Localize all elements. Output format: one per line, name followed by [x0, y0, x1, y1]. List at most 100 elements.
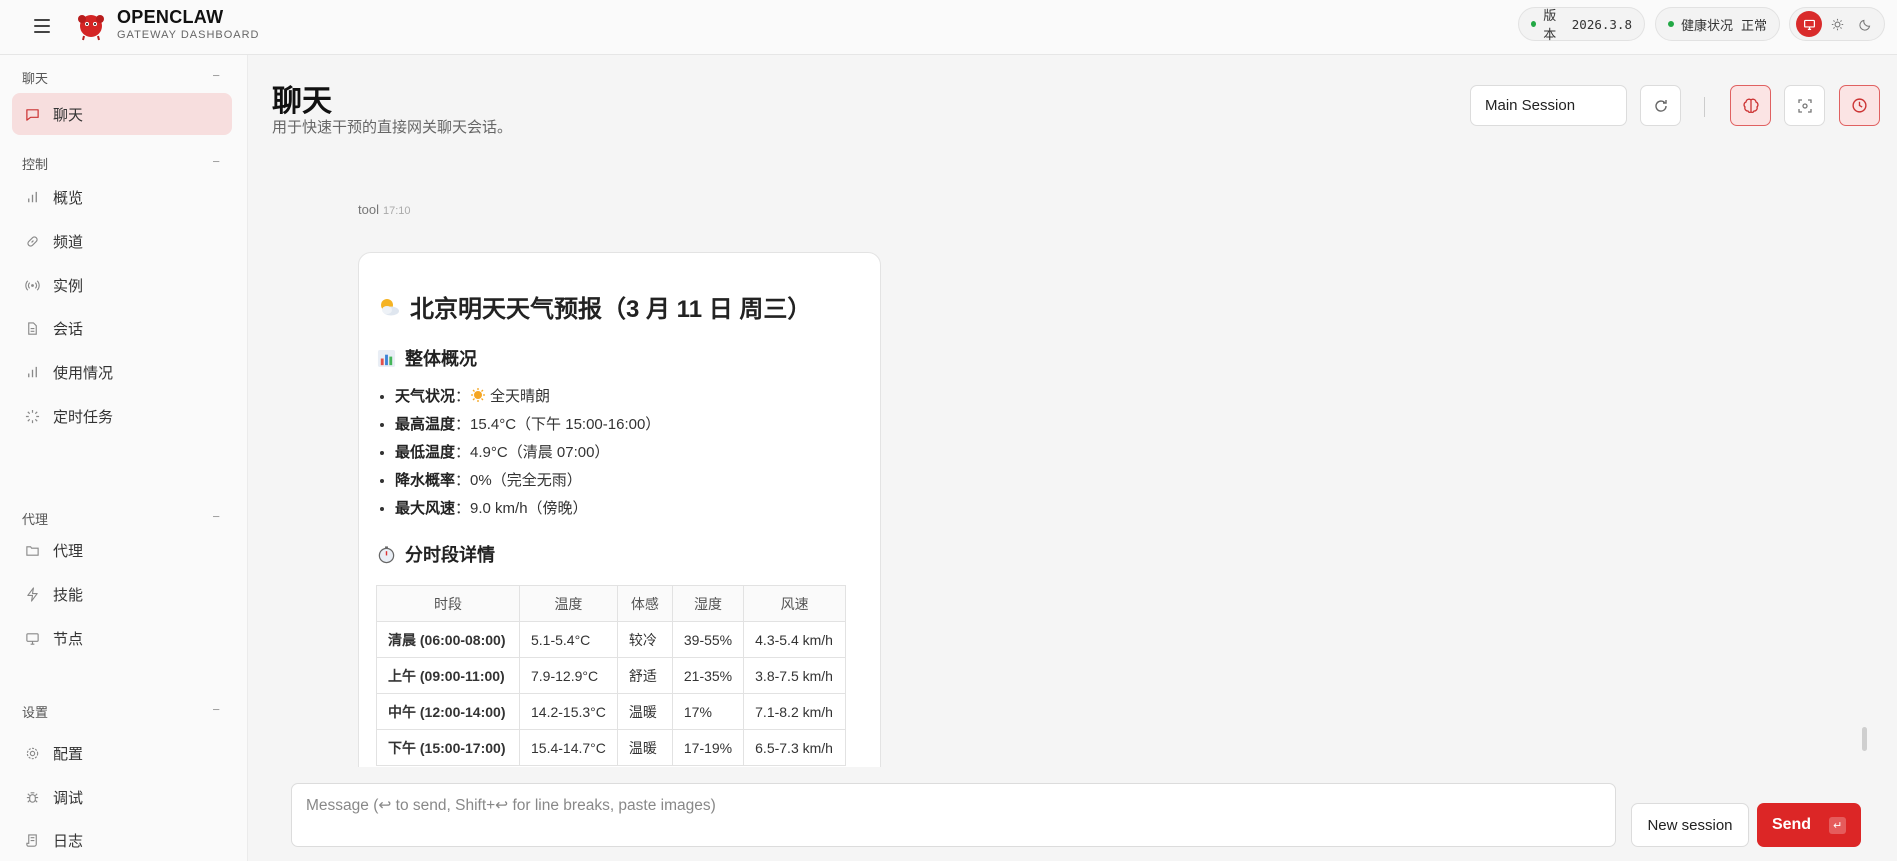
collapse-icon[interactable]: −: [212, 68, 220, 83]
list-item: 最高温度：15.4°C（下午 15:00-16:00）: [395, 411, 660, 439]
sidebar-item-chat[interactable]: 聊天: [12, 93, 232, 135]
session-select[interactable]: Main Session: [1470, 85, 1627, 126]
link-icon: [24, 233, 40, 249]
collapse-icon[interactable]: −: [212, 702, 220, 717]
detail-heading: 分时段详情: [377, 541, 495, 567]
sidebar: 聊天 − 聊天 控制 − 概览 频道 实例 会话 使用情况 定时任务 代理 −: [0, 55, 248, 861]
overview-title: 整体概况: [405, 349, 477, 369]
table-cell: 清晨 (06:00-08:00): [376, 621, 520, 658]
menu-icon[interactable]: [30, 15, 54, 39]
bullet-value: 4.9°C（清晨 07:00）: [470, 444, 610, 461]
history-button[interactable]: [1839, 85, 1880, 126]
folder-icon: [24, 542, 40, 558]
sidebar-item-instances[interactable]: 实例: [12, 264, 232, 306]
table-header: 风速: [743, 585, 847, 622]
chat-thread[interactable]: tool17:10 北京明天天气预报（3 月 11 日 周三） 整体概况 天气状…: [248, 150, 1897, 767]
sidebar-item-cron[interactable]: 定时任务: [12, 395, 232, 437]
radio-icon: [24, 277, 40, 293]
thinking-toggle-button[interactable]: [1730, 85, 1771, 126]
page-title: 聊天: [272, 85, 332, 118]
sidebar-item-config[interactable]: 配置: [12, 732, 232, 774]
list-item: 最低温度：4.9°C（清晨 07:00）: [395, 439, 660, 467]
top-bar: OPENCLAW GATEWAY DASHBOARD 版本 2026.3.8 健…: [0, 0, 1897, 55]
monitor-icon[interactable]: [1796, 11, 1822, 37]
version-badge: 版本 2026.3.8: [1518, 7, 1645, 42]
sidebar-section-agent[interactable]: 代理 −: [22, 509, 220, 528]
sidebar-item-channels[interactable]: 频道: [12, 220, 232, 262]
sun-behind-cloud-icon: [377, 295, 401, 319]
section-title: 代理: [22, 512, 49, 527]
table-cell: 14.2-15.3°C: [519, 693, 618, 730]
gear-icon: [24, 745, 40, 761]
message-input[interactable]: Message (↩ to send, Shift+↩ for line bre…: [291, 783, 1616, 847]
sidebar-item-label: 技能: [53, 586, 84, 604]
table-cell: 6.5-7.3 km/h: [743, 729, 847, 766]
sidebar-item-skills[interactable]: 技能: [12, 573, 232, 615]
sidebar-item-debug[interactable]: 调试: [12, 776, 232, 818]
send-button[interactable]: Send ↵: [1757, 803, 1861, 847]
table-cell: 温暖: [616, 729, 673, 766]
refresh-button[interactable]: [1640, 85, 1681, 126]
brand-name: OPENCLAW: [117, 7, 224, 27]
toolbar-divider: [1704, 97, 1705, 117]
collapse-icon[interactable]: −: [212, 154, 220, 169]
enter-key-icon: ↵: [1829, 816, 1847, 834]
sidebar-item-overview[interactable]: 概览: [12, 176, 232, 218]
message-square-icon: [24, 106, 40, 122]
bar-chart-icon: [24, 189, 40, 205]
sun-icon[interactable]: [1824, 11, 1850, 37]
focus-button[interactable]: [1784, 85, 1825, 126]
message-time: 17:10: [382, 205, 411, 217]
sidebar-item-label: 定时任务: [53, 408, 114, 426]
scan-icon: [1797, 98, 1812, 113]
overview-heading: 整体概况: [377, 345, 477, 371]
section-title: 聊天: [22, 71, 49, 86]
table-cell: 3.8-7.5 km/h: [743, 657, 847, 694]
health-badge: 健康状况 正常: [1655, 7, 1780, 41]
loader-icon: [24, 408, 40, 424]
table-header: 湿度: [671, 585, 745, 622]
status-dot: [1531, 21, 1537, 27]
table-cell: 4.3-5.4 km/h: [743, 621, 847, 658]
table-cell: 中午 (12:00-14:00): [376, 693, 520, 730]
moon-icon[interactable]: [1852, 11, 1878, 37]
bullet-key: 最大风速: [395, 500, 456, 517]
bullet-key: 最低温度: [395, 444, 456, 461]
sidebar-item-logs[interactable]: 日志: [12, 819, 232, 861]
zap-icon: [24, 586, 40, 602]
bullet-key: 降水概率: [395, 472, 456, 489]
refresh-icon: [1654, 99, 1667, 112]
table-cell: 17%: [671, 693, 745, 730]
bar-chart-icon: [24, 364, 40, 380]
table-cell: 15.4-14.7°C: [519, 729, 618, 766]
sidebar-item-usage[interactable]: 使用情况: [12, 351, 232, 393]
table-cell: 17-19%: [671, 729, 745, 766]
table-cell: 较冷: [616, 621, 673, 658]
sidebar-item-label: 调试: [53, 789, 84, 807]
bullet-key: 最高温度: [395, 416, 456, 433]
sidebar-item-sessions[interactable]: 会话: [12, 307, 232, 349]
table-cell: 上午 (09:00-11:00): [376, 657, 520, 694]
table-header: 体感: [616, 585, 673, 622]
page-subtitle: 用于快速干预的直接网关聊天会话。: [272, 119, 513, 136]
message-sender: tool: [358, 202, 379, 217]
new-session-button[interactable]: New session: [1631, 803, 1749, 847]
sidebar-section-settings[interactable]: 设置 −: [22, 702, 220, 721]
sidebar-section-control[interactable]: 控制 −: [22, 154, 220, 173]
chat-scrollbar[interactable]: [1862, 727, 1867, 751]
sidebar-item-label: 使用情况: [53, 364, 114, 382]
monitor-icon: [24, 630, 40, 646]
health-label: 健康状况: [1681, 17, 1734, 33]
section-title: 控制: [22, 157, 49, 172]
table-cell: 7.1-8.2 km/h: [743, 693, 847, 730]
collapse-icon[interactable]: −: [212, 509, 220, 524]
table-cell: 5.1-5.4°C: [519, 621, 618, 658]
sidebar-item-nodes[interactable]: 节点: [12, 617, 232, 659]
section-title: 设置: [22, 705, 49, 720]
sidebar-item-agents[interactable]: 代理: [12, 529, 232, 571]
overview-list: 天气状况：全天晴朗 最高温度：15.4°C（下午 15:00-16:00） 最低…: [395, 383, 660, 523]
bullet-value: 0%（完全无雨）: [470, 472, 582, 489]
table-row: 清晨 (06:00-08:00) 5.1-5.4°C 较冷 39-55% 4.3…: [376, 621, 847, 658]
file-icon: [24, 320, 40, 336]
sidebar-section-chat[interactable]: 聊天 −: [22, 68, 220, 87]
